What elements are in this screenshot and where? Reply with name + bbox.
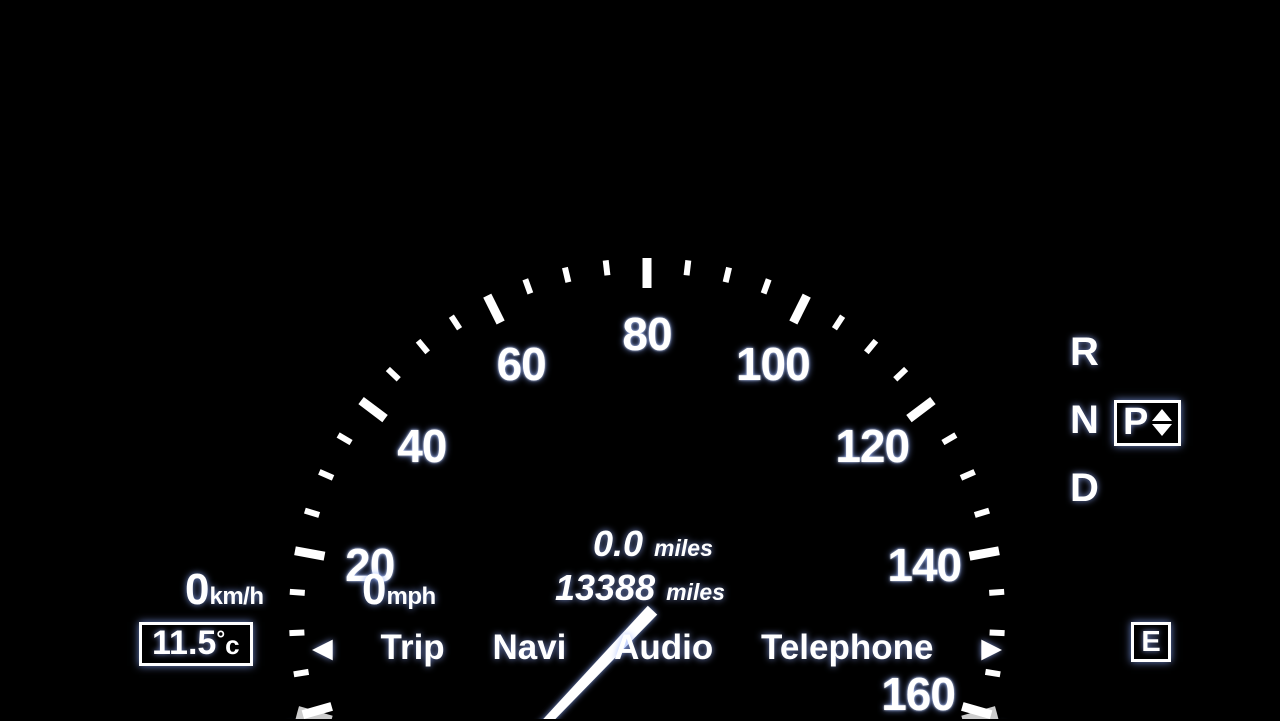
speed-unit-label-mph: mph xyxy=(386,583,436,610)
trip-readout-row: 0.0 miles xyxy=(555,523,885,565)
gauge-major-tick xyxy=(906,396,936,423)
trip-value: 0.0 xyxy=(593,523,644,564)
gauge-minor-tick xyxy=(760,278,772,295)
gear-arrow-stack xyxy=(1152,409,1174,437)
temperature-value: 11.5 xyxy=(152,624,217,662)
menu-next-arrow-icon[interactable]: ▶ xyxy=(981,634,1002,662)
gauge-minor-tick xyxy=(893,366,909,382)
current-gear-letter: P xyxy=(1123,401,1149,443)
gauge-minor-tick xyxy=(289,629,305,637)
gauge-major-tick xyxy=(968,546,1000,561)
degree-symbol-icon: ° xyxy=(216,626,226,651)
gauge-minor-tick xyxy=(683,260,692,276)
speed-value-mph: 0 xyxy=(362,565,387,614)
gear-position-r: R xyxy=(1070,330,1099,374)
outside-temperature-display: 11.5°c xyxy=(139,622,253,666)
gauge-major-tick xyxy=(358,396,388,423)
menu-prev-arrow-icon[interactable]: ◀ xyxy=(312,634,333,662)
gauge-minor-tick xyxy=(385,366,401,382)
e-indicator-badge: E xyxy=(1131,622,1171,662)
gauge-major-tick xyxy=(294,546,326,561)
gauge-tick-label-60: 60 xyxy=(496,337,547,390)
gauge-minor-tick xyxy=(864,338,879,355)
e-indicator-label: E xyxy=(1141,625,1161,658)
menu-item-audio[interactable]: Audio xyxy=(614,628,713,668)
gauge-minor-tick xyxy=(941,432,958,446)
gauge-minor-tick xyxy=(989,588,1005,596)
gauge-minor-tick xyxy=(722,266,732,283)
odometer-value: 13388 xyxy=(555,567,656,608)
gauge-minor-tick xyxy=(293,668,310,678)
gear-position-d: D xyxy=(1070,466,1099,510)
gauge-major-tick xyxy=(301,702,333,719)
gauge-major-tick xyxy=(961,702,993,719)
instrument-cluster-display: 20 40 60 80 100 120 140 160 0km/h 0mph 0.0 mile… xyxy=(0,0,1280,720)
menu-item-navi[interactable]: Navi xyxy=(492,628,566,668)
gauge-minor-tick xyxy=(336,432,353,446)
chevron-down-icon xyxy=(1152,424,1173,437)
gauge-minor-tick xyxy=(831,314,846,331)
gauge-minor-tick xyxy=(289,588,305,596)
gauge-tick-label-120: 120 xyxy=(835,420,910,473)
speed-unit-kmh: 0km/h xyxy=(185,565,264,615)
gauge-minor-tick xyxy=(562,266,572,283)
bottom-menu-bar[interactable]: ◀ Trip Navi Audio Telephone ▶ xyxy=(312,620,1002,676)
gauge-major-tick xyxy=(483,293,505,325)
chevron-up-icon xyxy=(1152,409,1173,422)
current-gear-box: P xyxy=(1114,400,1182,446)
gauge-minor-tick xyxy=(522,278,534,295)
speed-unit-mph: 0mph xyxy=(362,565,436,615)
odometer-readout-row: 13388 miles xyxy=(555,567,885,609)
gauge-tick-label-140: 140 xyxy=(887,538,962,591)
menu-item-trip[interactable]: Trip xyxy=(381,628,445,668)
trip-odometer-readouts: 0.0 miles 13388 miles xyxy=(555,523,885,609)
gauge-tick-label-40: 40 xyxy=(397,420,447,473)
gauge-tick-label-100: 100 xyxy=(735,337,811,390)
gear-selector-indicator: R N D P xyxy=(1062,330,1202,520)
gauge-minor-tick xyxy=(448,314,463,331)
gauge-minor-tick xyxy=(318,469,335,481)
trip-unit: miles xyxy=(654,535,713,561)
gear-position-n: N xyxy=(1070,398,1099,442)
gauge-minor-tick xyxy=(415,338,430,355)
odometer-unit: miles xyxy=(666,579,725,605)
gauge-minor-tick xyxy=(959,469,976,481)
gauge-minor-tick xyxy=(973,507,991,518)
menu-item-telephone[interactable]: Telephone xyxy=(761,628,933,668)
speed-value-kmh: 0 xyxy=(185,565,210,614)
speed-unit-label-kmh: km/h xyxy=(209,583,264,610)
temperature-unit: c xyxy=(225,630,240,660)
gauge-minor-tick xyxy=(303,507,321,518)
gauge-tick-label-80: 80 xyxy=(622,308,672,360)
gauge-major-tick xyxy=(789,293,811,325)
gauge-minor-tick xyxy=(602,260,611,276)
